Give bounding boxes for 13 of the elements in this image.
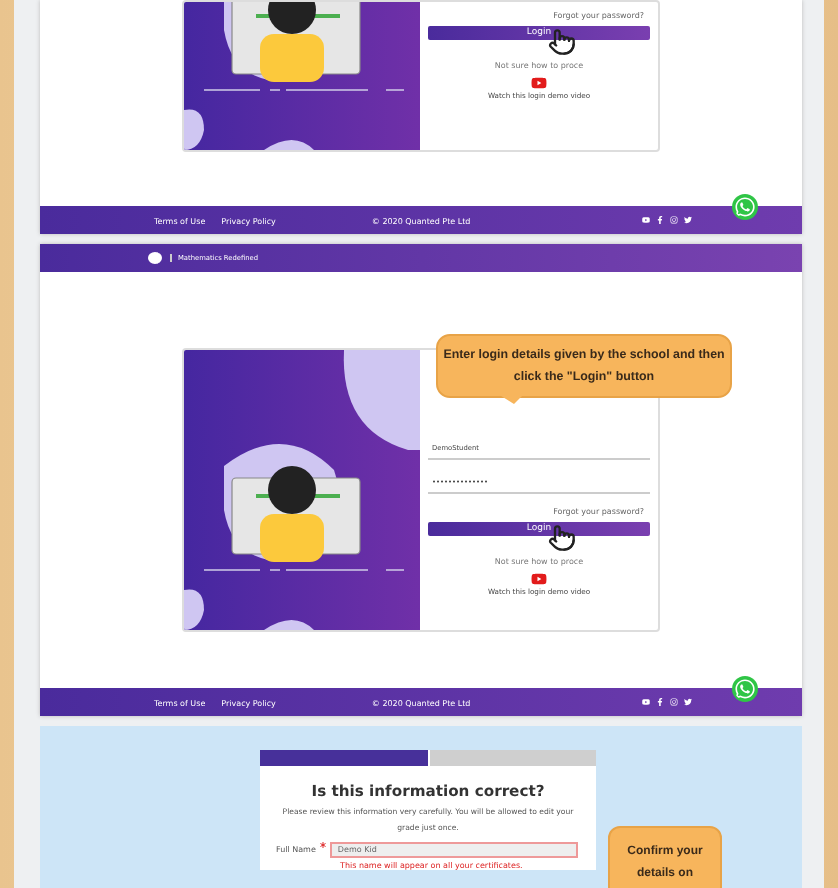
instagram-icon[interactable] [670,698,679,706]
hand-cursor-icon [548,524,576,552]
whatsapp-icon[interactable] [732,194,758,220]
play-video-icon[interactable] [530,76,548,90]
twitter-icon[interactable] [684,216,693,224]
play-video-icon[interactable] [530,572,548,586]
youtube-icon[interactable] [642,698,651,706]
instagram-icon[interactable] [670,216,679,224]
twitter-icon[interactable] [684,698,693,706]
youtube-icon[interactable] [642,216,651,224]
whatsapp-icon[interactable] [732,676,758,702]
logo-icon [148,252,162,264]
hand-cursor-icon [548,28,576,56]
